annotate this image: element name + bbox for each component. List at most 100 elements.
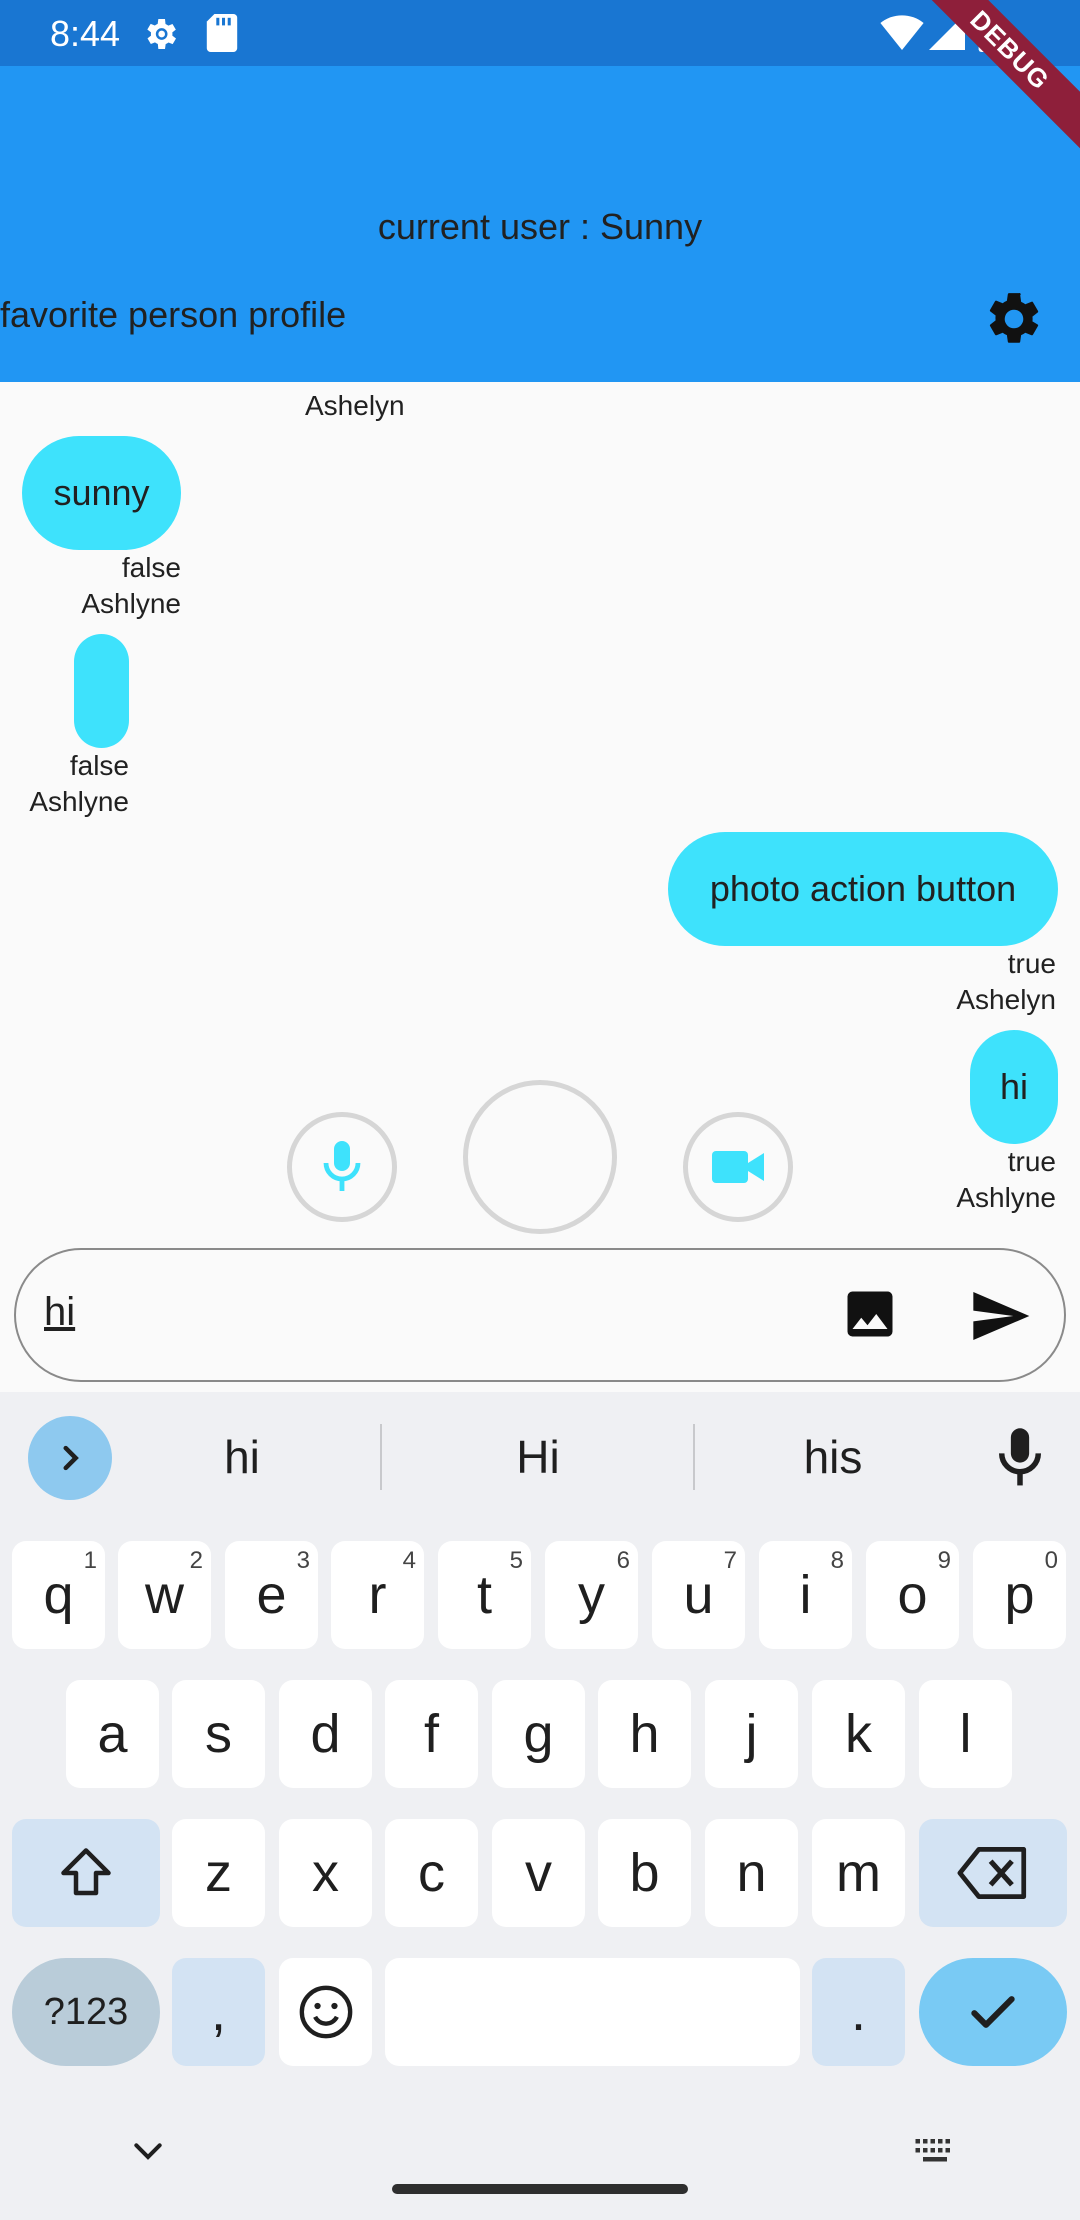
key-hint: 9 — [937, 1547, 951, 1574]
emoji-icon — [299, 1985, 352, 2039]
suggestion-expand-button[interactable] — [28, 1416, 112, 1500]
message-bubble[interactable] — [74, 634, 129, 748]
key-r[interactable]: r4 — [331, 1541, 424, 1649]
symbols-key[interactable]: ?123 — [12, 1958, 160, 2066]
chevron-right-icon — [63, 1445, 79, 1471]
key-i[interactable]: i8 — [759, 1541, 852, 1649]
app-bar: current user : Sunny favorite person pro… — [0, 66, 1080, 382]
current-user-label: current user : Sunny — [377, 206, 703, 247]
key-f[interactable]: f — [385, 1680, 478, 1788]
key-s[interactable]: s — [172, 1680, 265, 1788]
suggestion-item[interactable]: his — [733, 1430, 933, 1484]
key-j[interactable]: j — [705, 1680, 798, 1788]
emoji-key[interactable] — [279, 1958, 372, 2066]
key-label: y — [578, 1565, 605, 1625]
message-flag: false — [69, 750, 129, 781]
message-flag: true — [1007, 948, 1056, 979]
key-d[interactable]: d — [279, 1680, 372, 1788]
backspace-key[interactable] — [919, 1819, 1067, 1927]
voice-record-button[interactable] — [287, 1112, 397, 1222]
status-time: 8:44 — [50, 13, 121, 54]
status-bar: 8:44 — [0, 0, 1080, 66]
favorite-person-profile-link[interactable]: favorite person profile — [0, 294, 346, 336]
message-bubble[interactable]: photo action button — [668, 832, 1058, 946]
key-g[interactable]: g — [492, 1680, 585, 1788]
key-label: t — [476, 1565, 492, 1625]
checkmark-icon — [971, 1996, 1015, 2028]
message-bubble[interactable]: hi — [970, 1030, 1058, 1144]
microphone-icon[interactable] — [990, 1426, 1050, 1490]
message-meta: false Ashlyne — [81, 550, 181, 622]
shift-key[interactable] — [12, 1819, 160, 1927]
done-key[interactable] — [919, 1958, 1067, 2066]
key-u[interactable]: u7 — [652, 1541, 745, 1649]
keyboard-switch-icon[interactable] — [912, 2136, 958, 2166]
video-record-button[interactable] — [683, 1112, 793, 1222]
suggestion-divider — [380, 1424, 382, 1490]
key-o[interactable]: o9 — [866, 1541, 959, 1649]
image-icon[interactable] — [840, 1284, 900, 1344]
key-t[interactable]: t5 — [438, 1541, 531, 1649]
comma-key[interactable]: , — [172, 1958, 265, 2066]
key-label: e — [256, 1565, 287, 1625]
key-label: w — [145, 1565, 184, 1625]
key-hint: 5 — [509, 1547, 523, 1574]
key-hint: 6 — [616, 1547, 630, 1574]
key-m[interactable]: m — [812, 1819, 905, 1927]
key-z[interactable]: z — [172, 1819, 265, 1927]
message-input[interactable]: hi — [14, 1248, 1066, 1382]
settings-icon[interactable] — [983, 288, 1045, 350]
key-h[interactable]: h — [598, 1680, 691, 1788]
key-q[interactable]: q1 — [12, 1541, 105, 1649]
suggestion-item[interactable]: Hi — [438, 1430, 638, 1484]
chevron-down-icon[interactable] — [128, 2132, 168, 2172]
key-a[interactable]: a — [66, 1680, 159, 1788]
home-indicator[interactable] — [392, 2184, 688, 2194]
wifi-icon — [880, 15, 924, 50]
message-sender-name: Ashelyn — [956, 984, 1056, 1015]
key-hint: 8 — [830, 1547, 844, 1574]
key-hint: 4 — [402, 1547, 416, 1574]
key-e[interactable]: e3 — [225, 1541, 318, 1649]
video-camera-icon — [712, 1151, 764, 1183]
message-sender-name: Ashlyne — [29, 786, 129, 817]
key-label: p — [1004, 1565, 1035, 1625]
key-k[interactable]: k — [812, 1680, 905, 1788]
key-hint: 7 — [723, 1547, 737, 1574]
key-v[interactable]: v — [492, 1819, 585, 1927]
message-input-value: hi — [44, 1290, 76, 1334]
message-sender-name: Ashlyne — [956, 1182, 1056, 1213]
key-label: i — [799, 1565, 812, 1625]
key-b[interactable]: b — [598, 1819, 691, 1927]
key-y[interactable]: y6 — [545, 1541, 638, 1649]
message-meta: true Ashelyn — [956, 946, 1056, 1018]
message-meta: true Ashlyne — [956, 1144, 1056, 1216]
backspace-icon — [957, 1847, 1027, 1899]
key-x[interactable]: x — [279, 1819, 372, 1927]
message-meta: false Ashlyne — [29, 748, 129, 820]
key-label: o — [897, 1565, 928, 1625]
soft-keyboard: hi Hi his — [0, 1392, 1080, 2220]
key-label: u — [683, 1565, 714, 1625]
capture-button[interactable] — [463, 1080, 617, 1234]
send-icon[interactable] — [968, 1284, 1032, 1348]
key-n[interactable]: n — [705, 1819, 798, 1927]
key-label: r — [368, 1565, 387, 1625]
microphone-icon — [323, 1141, 361, 1191]
key-w[interactable]: w2 — [118, 1541, 211, 1649]
suggestion-divider — [693, 1424, 695, 1490]
key-l[interactable]: l — [919, 1680, 1012, 1788]
period-key[interactable]: . — [812, 1958, 905, 2066]
message-bubble[interactable]: sunny — [22, 436, 181, 550]
key-p[interactable]: p0 — [973, 1541, 1066, 1649]
key-c[interactable]: c — [385, 1819, 478, 1927]
message-flag: true — [1007, 1146, 1056, 1177]
message-sender-name: Ashelyn — [305, 390, 405, 421]
suggestion-item[interactable]: hi — [142, 1430, 342, 1484]
key-hint: 2 — [189, 1547, 203, 1574]
spacebar-key[interactable] — [385, 1958, 800, 2066]
message-flag: false — [121, 552, 181, 583]
key-hint: 0 — [1044, 1547, 1058, 1574]
key-hint: 1 — [83, 1547, 97, 1574]
sd-card-icon — [206, 14, 238, 52]
